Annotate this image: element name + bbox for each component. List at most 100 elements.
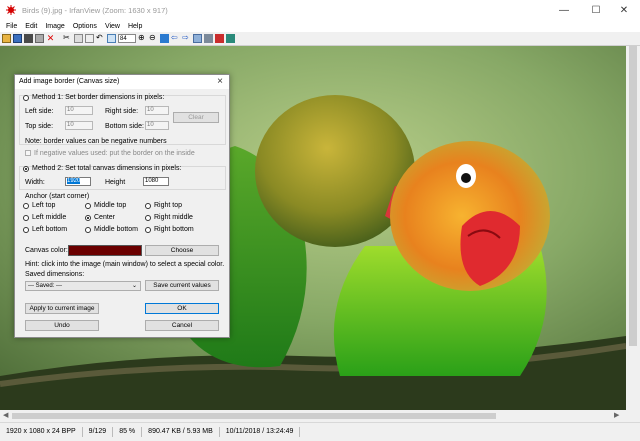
anchor-right-bottom-radio[interactable] bbox=[145, 227, 151, 233]
menu-bar: File Edit Image Options View Help bbox=[0, 20, 640, 32]
anchor-center-label: Center bbox=[94, 214, 116, 221]
previous-image-icon[interactable]: ⇦ bbox=[171, 34, 180, 43]
scroll-right-icon[interactable]: ▶ bbox=[614, 411, 619, 419]
negative-inside-label: If negative values used: put the border … bbox=[34, 150, 195, 157]
anchor-middle-bottom-label: Middle bottom bbox=[94, 226, 138, 233]
method2-radio[interactable] bbox=[23, 166, 29, 172]
save-current-values-button[interactable]: Save current values bbox=[145, 280, 219, 291]
saved-dimensions-select[interactable]: --- Saved: --- ⌄ bbox=[25, 281, 141, 291]
anchor-middle-bottom-radio[interactable] bbox=[85, 227, 91, 233]
save-as-icon[interactable] bbox=[24, 34, 33, 43]
status-zoom: 85 % bbox=[113, 427, 143, 437]
horizontal-scrollbar[interactable]: ◀ ▶ bbox=[0, 410, 626, 422]
chevron-down-icon: ⌄ bbox=[131, 283, 137, 289]
zoom-in-icon[interactable]: ⊕ bbox=[138, 34, 147, 43]
color-hint: Hint: click into the image (main window)… bbox=[25, 261, 225, 268]
dialog-title-bar: Add image border (Canvas size) × bbox=[15, 75, 229, 89]
anchor-left-top-radio[interactable] bbox=[23, 203, 29, 209]
close-button[interactable]: ✕ bbox=[608, 0, 640, 20]
menu-image[interactable]: Image bbox=[45, 23, 64, 30]
bottom-side-field[interactable]: 10 bbox=[145, 121, 169, 130]
dialog-title: Add image border (Canvas size) bbox=[19, 78, 120, 85]
original-size-icon[interactable] bbox=[160, 34, 169, 43]
anchor-left-top-label: Left top bbox=[32, 202, 56, 209]
window-title: Birds (9).jpg - IrfanView (Zoom: 1630 x … bbox=[22, 5, 168, 15]
title-bar: Birds (9).jpg - IrfanView (Zoom: 1630 x … bbox=[0, 0, 640, 20]
saved-dimensions-label: Saved dimensions: bbox=[25, 271, 85, 278]
fit-window-icon[interactable] bbox=[107, 34, 116, 43]
anchor-left-bottom-radio[interactable] bbox=[23, 227, 29, 233]
status-dimensions: 1920 x 1080 x 24 BPP bbox=[0, 427, 83, 437]
canvas-color-label: Canvas color: bbox=[25, 247, 68, 254]
bottom-side-label: Bottom side: bbox=[105, 123, 144, 130]
saved-dimensions-value: --- Saved: --- bbox=[28, 283, 63, 289]
right-side-label: Right side: bbox=[105, 108, 139, 115]
anchor-label: Anchor (start corner) bbox=[25, 193, 90, 200]
apply-current-image-button[interactable]: Apply to current image bbox=[25, 303, 99, 314]
copy-icon[interactable] bbox=[74, 34, 83, 43]
menu-edit[interactable]: Edit bbox=[25, 23, 37, 30]
anchor-right-bottom-label: Right bottom bbox=[154, 226, 194, 233]
method1-radio[interactable] bbox=[23, 95, 29, 101]
anchor-right-top-radio[interactable] bbox=[145, 203, 151, 209]
anchor-left-middle-label: Left middle bbox=[32, 214, 67, 221]
anchor-center-radio[interactable] bbox=[85, 215, 91, 221]
method1-label: Method 1: Set border dimensions in pixel… bbox=[32, 94, 165, 101]
zoom-out-icon[interactable]: ⊖ bbox=[149, 34, 158, 43]
menu-options[interactable]: Options bbox=[73, 23, 97, 30]
clear-button[interactable]: Clear bbox=[173, 112, 219, 123]
vertical-scroll-thumb[interactable] bbox=[629, 46, 637, 346]
menu-view[interactable]: View bbox=[105, 23, 120, 30]
height-label: Height bbox=[105, 179, 126, 186]
status-filesize: 890.47 KB / 5.93 MB bbox=[142, 427, 220, 437]
anchor-middle-top-label: Middle top bbox=[94, 202, 127, 209]
dialog-close-icon[interactable]: × bbox=[217, 76, 223, 87]
width-label: Width: bbox=[25, 179, 45, 186]
print-icon[interactable] bbox=[35, 34, 44, 43]
ok-button[interactable]: OK bbox=[145, 303, 219, 314]
cut-icon[interactable]: ✂ bbox=[63, 34, 72, 43]
top-side-label: Top side: bbox=[25, 123, 54, 130]
anchor-right-middle-label: Right middle bbox=[154, 214, 193, 221]
status-bar: 1920 x 1080 x 24 BPP 9/129 85 % 890.47 K… bbox=[0, 422, 640, 441]
scroll-left-icon[interactable]: ◀ bbox=[3, 411, 8, 419]
left-side-field[interactable]: 10 bbox=[65, 106, 93, 115]
height-field[interactable]: 1080 bbox=[143, 177, 169, 186]
right-side-field[interactable]: 10 bbox=[145, 106, 169, 115]
anchor-left-middle-radio[interactable] bbox=[23, 215, 29, 221]
save-icon[interactable] bbox=[13, 34, 22, 43]
undo-button[interactable]: Undo bbox=[25, 320, 99, 331]
next-image-icon[interactable]: ⇨ bbox=[182, 34, 191, 43]
minimize-button[interactable]: — bbox=[548, 0, 580, 20]
toolbar: ✕ ✂ ↶ 84 ⊕ ⊖ ⇦ ⇨ bbox=[0, 32, 640, 46]
method2-label: Method 2: Set total canvas dimensions in… bbox=[32, 165, 182, 172]
anchor-middle-top-radio[interactable] bbox=[85, 203, 91, 209]
status-datetime: 10/11/2018 / 13:24:49 bbox=[220, 427, 301, 437]
undo-icon[interactable]: ↶ bbox=[96, 34, 105, 43]
left-side-label: Left side: bbox=[25, 108, 54, 115]
zoom-select[interactable]: 84 bbox=[118, 34, 136, 43]
maximize-icon: ☐ bbox=[591, 4, 601, 16]
menu-help[interactable]: Help bbox=[128, 23, 142, 30]
width-value: 1920 bbox=[67, 178, 81, 184]
vertical-scrollbar[interactable] bbox=[626, 46, 640, 410]
paint-icon[interactable] bbox=[215, 34, 224, 43]
top-side-field[interactable]: 10 bbox=[65, 121, 93, 130]
negative-inside-checkbox[interactable] bbox=[25, 150, 31, 156]
cancel-button[interactable]: Cancel bbox=[145, 320, 219, 331]
status-index: 9/129 bbox=[83, 427, 114, 437]
horizontal-scroll-thumb[interactable] bbox=[12, 413, 496, 419]
about-icon[interactable] bbox=[226, 34, 235, 43]
close-icon: ✕ bbox=[619, 4, 629, 16]
canvas-color-swatch[interactable] bbox=[68, 245, 142, 256]
delete-icon[interactable]: ✕ bbox=[46, 34, 55, 43]
width-field[interactable]: 1920 bbox=[65, 177, 91, 186]
slideshow-icon[interactable] bbox=[193, 34, 202, 43]
paste-icon[interactable] bbox=[85, 34, 94, 43]
choose-color-button[interactable]: Choose bbox=[145, 245, 219, 256]
thumbnails-icon[interactable] bbox=[204, 34, 213, 43]
menu-file[interactable]: File bbox=[6, 23, 17, 30]
open-folder-icon[interactable] bbox=[2, 34, 11, 43]
anchor-right-middle-radio[interactable] bbox=[145, 215, 151, 221]
anchor-left-bottom-label: Left bottom bbox=[32, 226, 68, 233]
